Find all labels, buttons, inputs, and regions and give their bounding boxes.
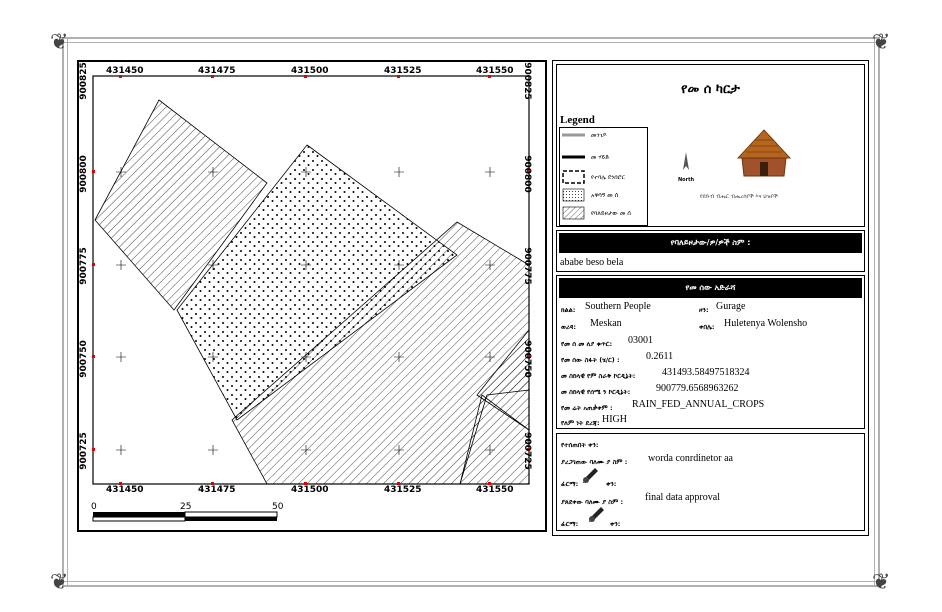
legend-item-road: መንገዶ: [591, 132, 607, 139]
signature2-label: ፊርማ:: [561, 520, 579, 528]
x-tick-top-5: 431550: [476, 66, 514, 76]
frame-left: [62, 37, 64, 587]
fertility-label: የለም ነት ደረጃ:: [561, 419, 600, 427]
woreda-label: ወረዳ:: [561, 323, 576, 331]
prepared-by-value: worda conrdinetor aa: [648, 453, 733, 464]
approved-by-value: final data approval: [645, 492, 720, 503]
region-value: Southern People: [585, 301, 651, 312]
x-tick-top-1: 431450: [106, 66, 144, 76]
y-tick-right-4: 900750: [521, 340, 532, 378]
kebele-value: Huletenya Wolensho: [724, 318, 808, 329]
woreda-value: Meskan: [590, 318, 622, 329]
x-tick-top-2: 431475: [198, 66, 236, 76]
y-tick-right-5: 900725: [521, 432, 532, 470]
x-tick-bottom-5: 431550: [476, 485, 514, 495]
signature2-date-label: ቀን:: [610, 520, 621, 528]
landuse-value: RAIN_FED_ANNUAL_CROPS: [632, 399, 765, 410]
y-tick-left-3: 900775: [78, 247, 89, 285]
region-label: ክልል:: [561, 306, 576, 314]
north-label: North: [678, 177, 695, 183]
y-tick-right-1: 900825: [521, 62, 532, 100]
zone-value: Gurage: [716, 301, 746, 312]
legend-item-neighbor: አዋሳኝ መ ሰ: [591, 192, 619, 199]
parcel-header: የመ ሰው አድራሻ: [559, 278, 862, 298]
signature-pen-icon: [583, 468, 598, 483]
easting-value: 431493.58497518324: [662, 367, 750, 378]
corner-ornament-top-left: ❦: [50, 30, 69, 55]
signature-label: ፊርማ:: [561, 480, 579, 488]
north-arrow-icon: [683, 152, 689, 170]
x-tick-bottom-1: 431450: [106, 485, 144, 495]
landuse-label: የመ ሬት አጠቃቀም :: [561, 404, 613, 412]
corner-ornament-bottom-right: ❦: [872, 570, 891, 595]
holder-name: ababe beso bela: [560, 257, 624, 268]
fertility-value: HIGH: [602, 414, 627, 425]
signature2-pen-icon: [589, 507, 604, 522]
legend-holder-symbol: [562, 206, 585, 220]
y-tick-left-4: 900750: [78, 340, 89, 378]
legend-item-holder: የባለይዞታው መ ሰ: [591, 210, 631, 217]
easting-label: መ ስከላዊ የም ስራቅ ኮርዲኔት:: [561, 372, 636, 380]
parcel-id-value: 03001: [628, 335, 653, 346]
y-tick-right-2: 900800: [521, 155, 532, 193]
map-title: የመ ሰ ካርታ: [681, 82, 740, 97]
scale-label-25: 25: [180, 502, 192, 512]
x-tick-top-4: 431525: [384, 66, 422, 76]
legend-item-river: መ ሃይድ: [591, 154, 610, 161]
holder-header: የባለይዞታው/ዎ/ዎች ስም :: [559, 233, 862, 253]
x-tick-top-3: 431500: [291, 66, 329, 76]
corner-ornament-top-right: ❦: [872, 30, 891, 55]
x-tick-bottom-2: 431475: [198, 485, 236, 495]
map-canvas: [92, 75, 530, 522]
y-tick-left-1: 900825: [78, 62, 89, 100]
scale-label-50: 50: [272, 502, 284, 512]
legend-symbols: [562, 133, 585, 220]
corner-ornament-bottom-left: ❦: [50, 570, 69, 595]
frame-bottom-inner: [62, 581, 880, 582]
zone-label: ዞን:: [699, 306, 709, 314]
hut-caption: የደቡብ ብሔር ብሔረሰቦች እና ህዝቦች: [700, 194, 778, 200]
legend-title: Legend: [560, 114, 595, 126]
legend-item-boundary: የተባሌ ደንበሮር: [591, 174, 625, 181]
signature-date-label: ቀን:: [606, 480, 617, 488]
frame-right: [878, 37, 880, 587]
frame-right-inner: [874, 37, 875, 587]
x-tick-bottom-3: 431500: [291, 485, 329, 495]
frame-left-inner: [67, 37, 68, 587]
y-tick-left-2: 900800: [78, 155, 89, 193]
y-tick-right-3: 900775: [521, 247, 532, 285]
scale-label-0: 0: [91, 502, 97, 512]
hut-logo-icon: [736, 129, 792, 177]
legend-neighbor-symbol: [562, 188, 585, 202]
northing-value: 900779.6568963262: [656, 383, 739, 394]
frame-top-inner: [62, 42, 880, 43]
frame-bottom: [62, 585, 880, 587]
northing-label: መ ስከላዊ የሰሜ ን ኮርዲኔት:: [561, 388, 631, 396]
scale-bar: [92, 511, 278, 522]
area-value: 0.2611: [646, 351, 674, 362]
x-tick-bottom-4: 431525: [384, 485, 422, 495]
area-label: የመ ሰው ስፋት (ሄ/ር) :: [561, 356, 620, 364]
kebele-label: ቀበሌ:: [699, 323, 715, 331]
legend-boundary-symbol: [562, 170, 585, 184]
parcel-id-label: የመ ሰ መ ለያ ቁጥር:: [561, 340, 613, 348]
y-tick-left-5: 900725: [78, 432, 89, 470]
frame-top: [62, 37, 880, 39]
verified-date-label: የተሰጠበት ቀን:: [561, 441, 599, 449]
